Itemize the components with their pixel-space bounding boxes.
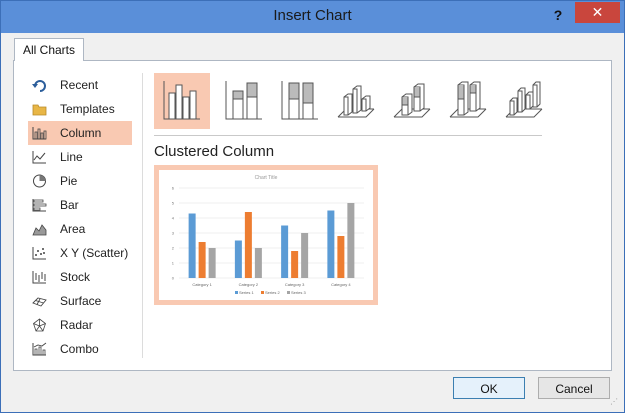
x-tick-label: Category 2: [239, 282, 259, 287]
line-chart-icon: [32, 151, 46, 164]
x-tick-label: Category 3: [285, 282, 305, 287]
y-tick-label: 1: [172, 261, 175, 266]
category-label: X Y (Scatter): [60, 246, 129, 260]
help-button[interactable]: ?: [548, 5, 568, 25]
insert-chart-dialog: Insert Chart ? ✕ All Charts Recent Templ…: [0, 0, 625, 413]
bar-1-4: [327, 210, 335, 278]
folder-icon: [32, 104, 47, 116]
category-bar[interactable]: Bar: [28, 193, 132, 217]
category-scatter[interactable]: X Y (Scatter): [28, 241, 132, 265]
resize-grip-icon[interactable]: ⋰: [610, 398, 620, 409]
x-tick-label: Category 1: [192, 282, 212, 287]
3d-100-stacked-column-icon: [449, 81, 487, 118]
subtype-stacked-column[interactable]: [216, 73, 272, 129]
category-label: Line: [60, 150, 83, 164]
y-tick-label: 6: [172, 186, 175, 191]
subtype-clustered-column[interactable]: [154, 73, 210, 129]
category-label: Surface: [60, 294, 102, 308]
column-chart-icon: [32, 127, 47, 140]
category-combo[interactable]: Combo: [28, 337, 132, 361]
bar-3-2: [254, 248, 262, 278]
y-tick-label: 4: [172, 216, 175, 221]
category-label: Radar: [60, 318, 93, 332]
radar-chart-icon: [33, 318, 46, 332]
category-label: Pie: [60, 174, 78, 188]
surface-chart-icon: [32, 297, 47, 307]
subtype-3d-100-stacked-column[interactable]: [440, 73, 496, 129]
category-separator: [142, 73, 143, 358]
legend-swatch: [261, 291, 264, 294]
category-stock[interactable]: Stock: [28, 265, 132, 289]
legend-label: Series 2: [265, 290, 280, 295]
y-tick-label: 3: [172, 231, 175, 236]
category-label: Templates: [60, 102, 115, 116]
category-templates[interactable]: Templates: [28, 97, 132, 121]
category-label: Combo: [60, 342, 99, 356]
legend-label: Series 1: [239, 290, 254, 295]
subtype-separator: [154, 135, 542, 136]
y-tick-label: 2: [172, 246, 175, 251]
category-column[interactable]: Column: [28, 121, 132, 145]
ok-button[interactable]: OK: [453, 377, 525, 399]
selected-subtype-title: Clustered Column: [154, 143, 275, 160]
recent-icon: [32, 80, 46, 92]
category-radar[interactable]: Radar: [28, 313, 132, 337]
chart-preview[interactable]: Chart Title 0 1 2 3 4 5 6 Category 1 Category 2 Ca…: [154, 165, 378, 305]
legend-swatch: [235, 291, 238, 294]
tab-all-charts[interactable]: All Charts: [14, 38, 85, 61]
subtype-100-stacked-column[interactable]: [272, 73, 328, 129]
subtype-3d-clustered-column[interactable]: [328, 73, 384, 129]
category-label: Bar: [60, 198, 79, 212]
dialog-title: Insert Chart: [273, 7, 352, 24]
category-label: Stock: [60, 270, 91, 284]
x-tick-label: Category 4: [331, 282, 351, 287]
scatter-chart-icon: [32, 247, 46, 260]
100-stacked-column-icon: [281, 81, 318, 120]
pie-chart-icon: [33, 174, 46, 188]
bar-3-3: [301, 233, 309, 278]
category-line[interactable]: Line: [28, 145, 132, 169]
subtype-3d-stacked-column[interactable]: [384, 73, 440, 129]
stacked-column-icon: [225, 81, 262, 120]
bar-1-3: [281, 225, 289, 278]
category-surface[interactable]: Surface: [28, 289, 132, 313]
combo-chart-icon: [32, 342, 47, 356]
category-pie[interactable]: Pie: [28, 169, 132, 193]
bar-2-3: [291, 251, 299, 278]
bar-3-1: [208, 248, 216, 278]
bar-3-4: [347, 203, 355, 278]
title-bar[interactable]: Insert Chart ? ✕: [1, 1, 624, 33]
category-area[interactable]: Area: [28, 217, 132, 241]
cancel-button[interactable]: Cancel: [538, 377, 610, 399]
clustered-column-icon: [163, 81, 200, 120]
legend-label: Series 3: [291, 290, 306, 295]
bar-1-1: [188, 213, 196, 278]
close-button[interactable]: ✕: [575, 2, 620, 23]
preview-chart-title: Chart Title: [255, 175, 278, 181]
3d-clustered-column-icon: [337, 85, 375, 118]
3d-column-icon: [505, 81, 543, 118]
stock-chart-icon: [32, 271, 46, 284]
category-label: Column: [60, 126, 102, 140]
area-chart-icon: [32, 224, 47, 236]
y-tick-label: 0: [172, 276, 175, 281]
preview-chart: Chart Title 0 1 2 3 4 5 6 Category 1 Category 2 Ca…: [172, 175, 364, 295]
category-label: Area: [60, 222, 86, 236]
y-tick-label: 5: [172, 201, 175, 206]
chart-category-list: Recent Templates Column Line Pie Bar Are…: [28, 73, 132, 361]
bar-1-2: [234, 240, 242, 278]
subtype-3d-column[interactable]: [496, 73, 552, 129]
3d-stacked-column-icon: [393, 83, 431, 118]
chart-panel: Recent Templates Column Line Pie Bar Are…: [13, 60, 612, 371]
category-label: Recent: [60, 78, 99, 92]
bar-2-1: [198, 242, 206, 278]
category-recent[interactable]: Recent: [28, 73, 132, 97]
legend-swatch: [287, 291, 290, 294]
bar-2-2: [244, 212, 252, 278]
bar-chart-icon: [32, 199, 47, 212]
bar-2-4: [337, 236, 345, 278]
